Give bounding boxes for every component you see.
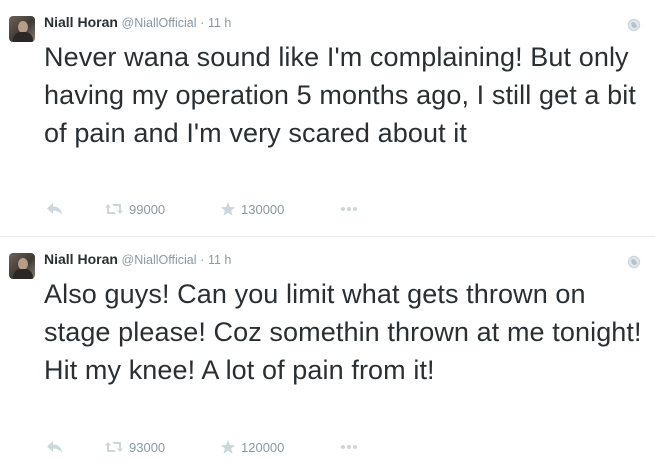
avatar[interactable] [9, 253, 35, 279]
globe-icon [627, 255, 641, 269]
more-dots-icon [341, 445, 357, 449]
author-name[interactable]: Niall Horan [44, 14, 118, 30]
timestamp[interactable]: 11 h [208, 253, 231, 267]
star-icon [220, 202, 236, 216]
retweet-icon [105, 204, 123, 214]
retweet-icon [105, 442, 123, 452]
retweet-count: 99000 [129, 201, 166, 217]
reply-icon [47, 441, 62, 453]
star-icon [220, 440, 236, 454]
retweet-count: 93000 [129, 439, 166, 455]
timestamp[interactable]: 11 h [208, 16, 231, 30]
favorite-button[interactable]: 130000 [220, 199, 284, 219]
globe-icon [627, 18, 641, 32]
author-handle[interactable]: @NiallOfficial [122, 253, 197, 267]
author-name[interactable]: Niall Horan [44, 251, 118, 267]
reply-button[interactable] [46, 199, 64, 219]
retweet-button[interactable]: 93000 [104, 437, 165, 457]
reply-icon [47, 203, 62, 215]
reply-button[interactable] [46, 437, 64, 457]
retweet-button[interactable]: 99000 [104, 199, 165, 219]
author-handle[interactable]: @NiallOfficial [122, 16, 197, 30]
separator: · [200, 253, 205, 267]
more-button[interactable] [340, 199, 358, 219]
tweet: Niall Horan @NiallOfficial · 11 h Never … [0, 0, 655, 237]
favorite-count: 130000 [241, 201, 285, 217]
avatar[interactable] [9, 16, 35, 42]
tweet-header: Niall Horan @NiallOfficial · 11 h [44, 250, 231, 269]
separator: · [200, 16, 205, 30]
tweet: Niall Horan @NiallOfficial · 11 h Also g… [0, 237, 655, 469]
tweet-text: Also guys! Can you limit what gets throw… [44, 279, 642, 385]
tweet-header: Niall Horan @NiallOfficial · 11 h [44, 13, 231, 32]
favorite-count: 120000 [241, 439, 285, 455]
more-button[interactable] [340, 437, 358, 457]
favorite-button[interactable]: 120000 [220, 437, 284, 457]
tweet-text: Never wana sound like I'm complaining! B… [44, 42, 636, 148]
more-dots-icon [341, 207, 357, 211]
